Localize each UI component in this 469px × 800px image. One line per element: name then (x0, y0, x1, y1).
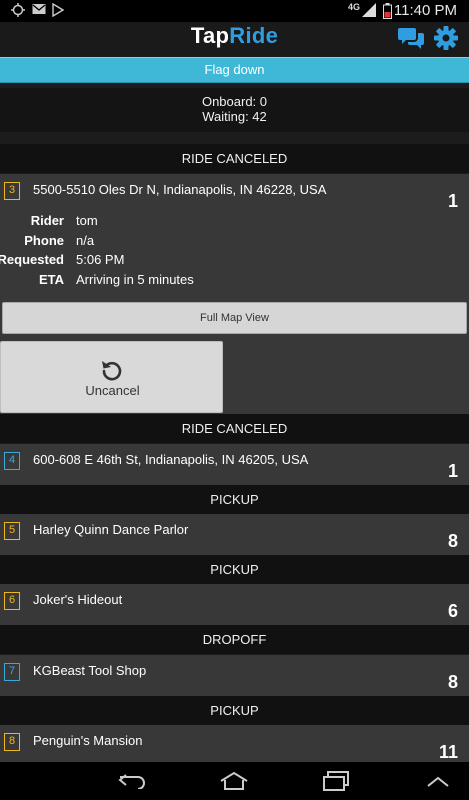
detail-label: Phone (24, 233, 64, 248)
stop-passenger-count: 8 (447, 672, 458, 692)
stop-address: 5500-5510 Oles Dr N, Indianapolis, IN 46… (33, 182, 327, 197)
stop-number-badge: 7 (4, 663, 20, 681)
full-map-view-button[interactable]: Full Map View (2, 302, 467, 334)
section-header: RIDE CANCELED (0, 144, 469, 173)
stop-passenger-count: 11 (438, 742, 458, 762)
detail-label: Rider (30, 213, 64, 228)
gps-icon (11, 3, 25, 17)
chat-button[interactable] (398, 25, 424, 51)
clock: 11:40 PM (393, 2, 457, 19)
detail-rider: Rider tom (0, 213, 469, 233)
stop-passenger-count: 1 (447, 191, 458, 211)
stop-number-badge: 6 (4, 592, 20, 610)
app-title-part1: Tap (190, 23, 230, 48)
uncancel-button[interactable]: Uncancel (0, 341, 223, 413)
stop-address: KGBeast Tool Shop (33, 663, 147, 678)
stop-passenger-count: 6 (447, 601, 458, 621)
stop-address: Joker's Hideout (33, 592, 123, 607)
gear-icon (434, 26, 458, 50)
status-bar: 4G 11:40 PM (0, 0, 469, 22)
stop-address: Penguin's Mansion (33, 733, 143, 748)
stop-row[interactable]: 6 Joker's Hideout 6 (0, 584, 469, 626)
menu-up-icon[interactable] (426, 776, 450, 788)
stop-number-badge: 3 (4, 182, 20, 200)
detail-label: Requested (0, 252, 64, 267)
stop-number-badge: 8 (4, 733, 20, 751)
back-icon[interactable] (118, 773, 148, 789)
section-header: PICKUP (0, 485, 469, 514)
stop-number-badge: 4 (4, 452, 20, 470)
section-header: PICKUP (0, 555, 469, 584)
detail-eta: ETA Arriving in 5 minutes (0, 272, 469, 292)
stop-row[interactable]: 7 KGBeast Tool Shop 8 (0, 655, 469, 697)
home-icon[interactable] (219, 771, 249, 791)
detail-value: Arriving in 5 minutes (76, 272, 194, 287)
section-header: RIDE CANCELED (0, 414, 469, 443)
undo-icon (102, 361, 122, 381)
chat-icon (398, 28, 424, 49)
section-header: PICKUP (0, 696, 469, 725)
stop-row[interactable]: 5 Harley Quinn Dance Parlor 8 (0, 514, 469, 556)
detail-phone: Phone n/a (0, 233, 469, 253)
action-area: Uncancel (0, 340, 469, 414)
play-store-icon (52, 3, 64, 17)
stop-row[interactable]: 8 Penguin's Mansion 11 (0, 725, 469, 767)
network-type: 4G (348, 2, 361, 12)
stop-passenger-count: 8 (447, 531, 458, 551)
recent-apps-icon[interactable] (322, 771, 350, 791)
app-title-part2: Ride (229, 23, 279, 48)
flag-down-button[interactable]: Flag down (0, 57, 469, 83)
detail-requested: Requested 5:06 PM (0, 252, 469, 272)
detail-label: ETA (38, 272, 64, 287)
stop-address: Harley Quinn Dance Parlor (33, 522, 189, 537)
stop-row[interactable]: 3 5500-5510 Oles Dr N, Indianapolis, IN … (0, 174, 469, 216)
stop-row[interactable]: 4 600-608 E 46th St, Indianapolis, IN 46… (0, 444, 469, 486)
detail-value: tom (76, 213, 98, 228)
queue-summary: Onboard: 0 Waiting: 42 (0, 88, 469, 132)
onboard-count: Onboard: 0 (201, 94, 268, 109)
map-area: Full Map View (0, 298, 469, 340)
signal-icon (362, 3, 376, 17)
stop-number-badge: 5 (4, 522, 20, 540)
stop-passenger-count: 1 (447, 461, 458, 481)
detail-value: n/a (76, 233, 95, 248)
section-header: DROPOFF (0, 625, 469, 654)
system-nav-bar (0, 762, 469, 800)
battery-icon (383, 3, 392, 19)
ride-details: Rider tom Phone n/a Requested 5:06 PM ET… (0, 213, 469, 298)
app-bar: TapRide (0, 22, 469, 56)
mail-icon (32, 4, 46, 14)
uncancel-label: Uncancel (85, 383, 140, 398)
settings-button[interactable] (433, 24, 459, 52)
stop-address: 600-608 E 46th St, Indianapolis, IN 4620… (33, 452, 309, 467)
detail-value: 5:06 PM (76, 252, 125, 267)
waiting-count: Waiting: 42 (202, 109, 267, 124)
